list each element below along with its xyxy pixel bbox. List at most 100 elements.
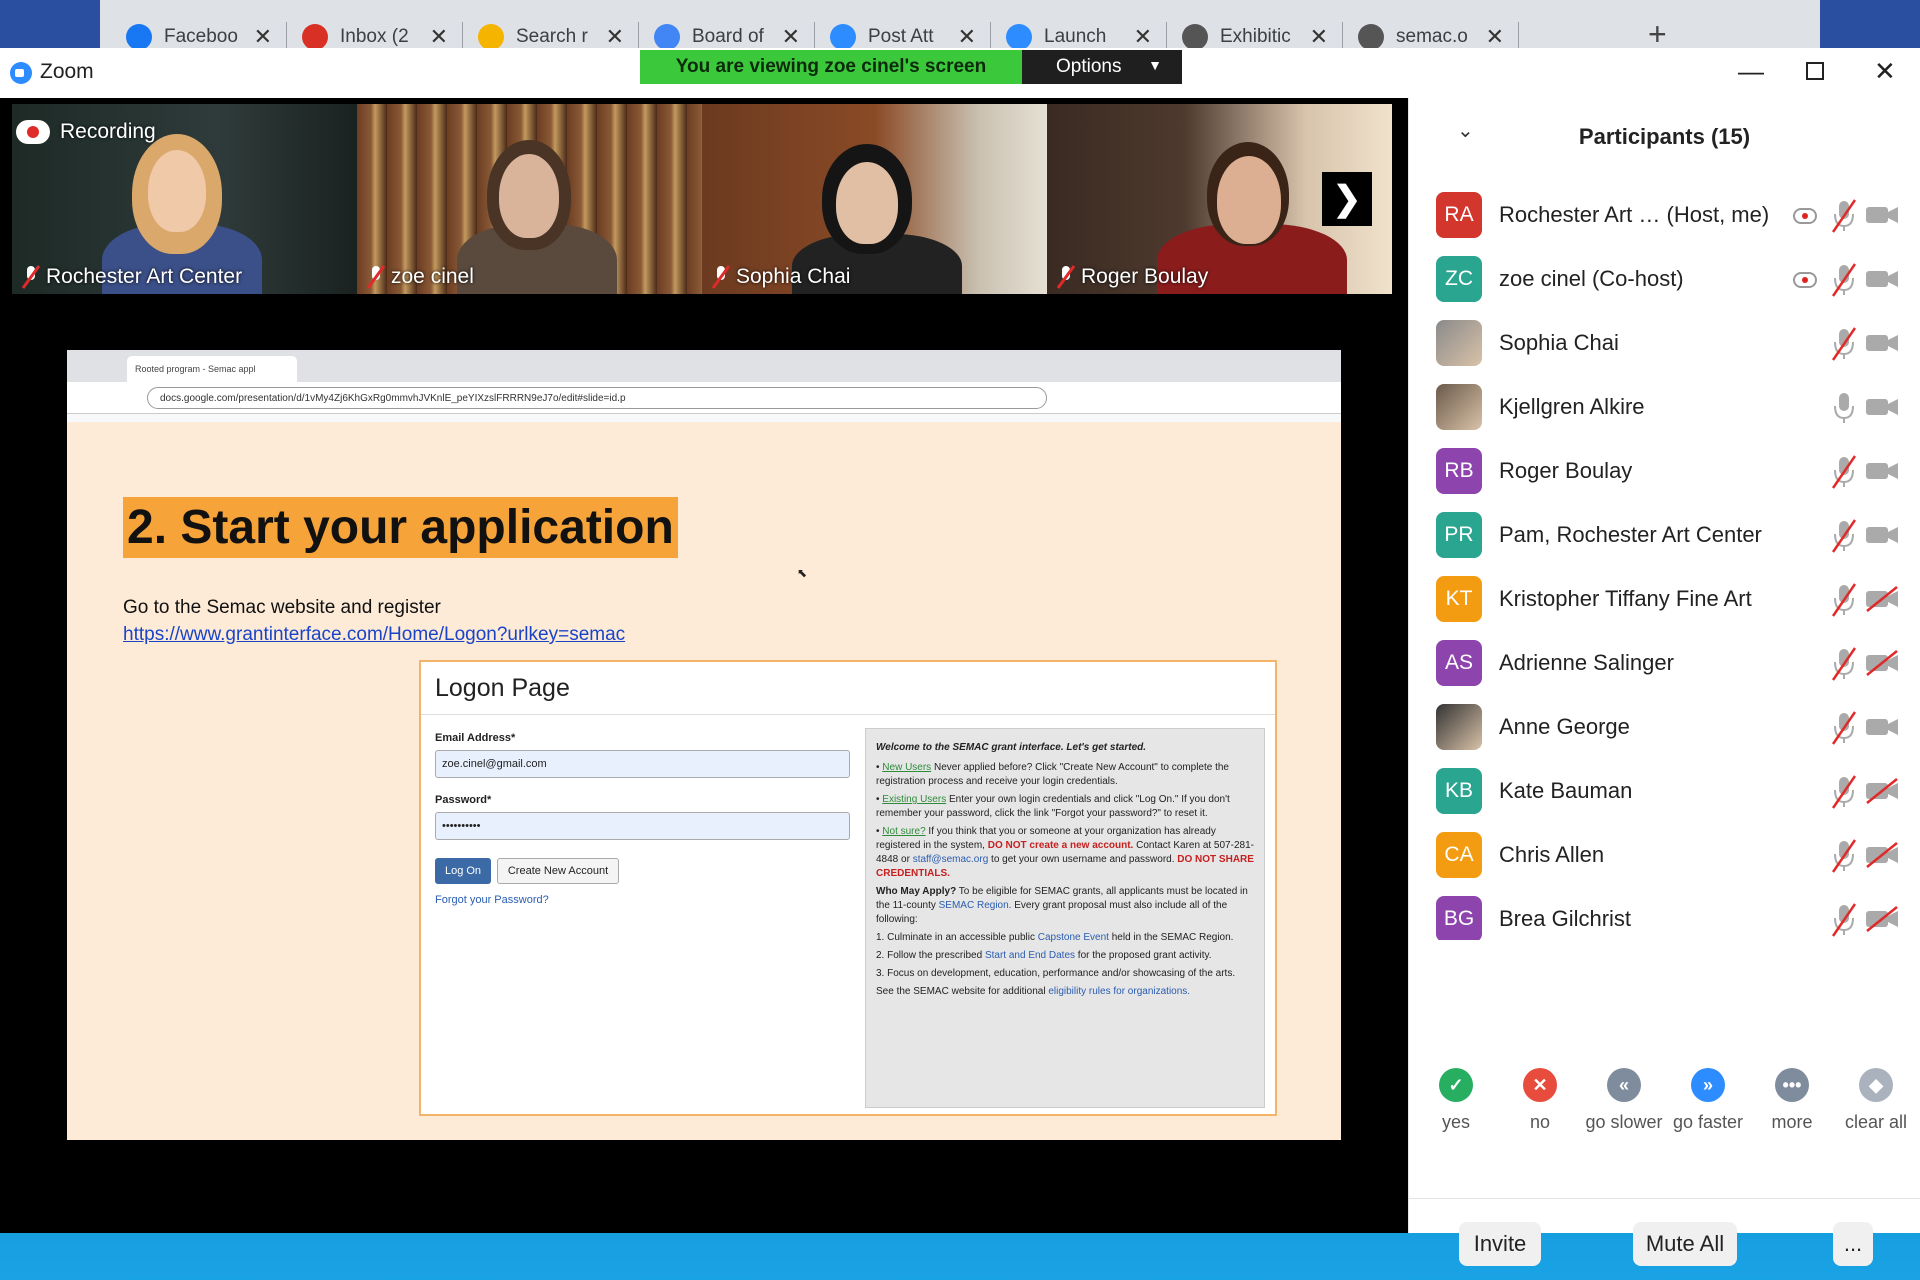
logon-page-screenshot: Logon Page Email Address* zoe.cinel@gmai… [419,660,1277,1116]
info-title: Welcome to the SEMAC grant interface. Le… [876,742,1147,753]
mic-muted-icon[interactable] [1829,262,1859,298]
info-not-sure: • Not sure? If you think that you or som… [876,826,1254,879]
docs-icon [654,24,680,50]
browser-tab-label: Board of [692,26,764,47]
mic-muted-icon[interactable] [1829,518,1859,554]
participant-row[interactable]: KT Kristopher Tiffany Fine Art [1409,564,1920,628]
maximize-button[interactable] [1806,58,1824,80]
mic-icon[interactable] [1829,390,1859,426]
eraser-icon: ◆ [1859,1068,1893,1102]
participant-row[interactable]: AS Adrienne Salinger [1409,628,1920,692]
participant-row[interactable]: Kjellgren Alkire [1409,372,1920,436]
close-tab-icon[interactable]: ✕ [606,24,624,50]
minimize-button[interactable]: — [1738,56,1764,87]
video-off-icon[interactable] [1865,778,1899,804]
participant-row[interactable]: RA Rochester Art … (Host, me) [1409,180,1920,244]
shared-browser-tab: Rooted program - Semac appl [127,356,297,382]
reaction-go-slower-button[interactable]: « go slower [1579,1068,1669,1133]
participant-row[interactable]: BG Brea Gilchrist [1409,884,1920,940]
reaction-no-button[interactable]: ✕ no [1495,1068,1585,1133]
divider [1409,1198,1920,1199]
person-face [1217,156,1281,244]
info-who-may-apply: Who May Apply? To be eligible for SEMAC … [876,886,1248,925]
next-videos-button[interactable]: ❯ [1322,172,1372,226]
video-tile[interactable]: zoe cinel [357,104,702,294]
video-off-icon[interactable] [1865,842,1899,868]
close-button[interactable]: ✕ [1874,56,1896,87]
participant-name: Brea Gilchrist [1499,906,1632,931]
participant-row[interactable]: CA Chris Allen [1409,820,1920,884]
mic-muted-icon[interactable] [1829,902,1859,938]
participant-list: RA Rochester Art … (Host, me) ZC zoe cinel … [1409,180,1920,940]
participant-row[interactable]: RB Roger Boulay [1409,436,1920,500]
video-thumbnail-strip: Recording Rochester Art Center zoe cinel [12,104,1392,294]
participant-row[interactable]: ZC zoe cinel (Co-host) [1409,244,1920,308]
person-face [148,150,206,232]
password-label: Password* [435,794,492,806]
video-icon[interactable] [1865,394,1899,420]
video-icon[interactable] [1865,714,1899,740]
avatar: BG [1436,896,1482,940]
video-icon[interactable] [1865,330,1899,356]
mic-muted-icon[interactable] [1829,774,1859,810]
video-icon[interactable] [1865,458,1899,484]
more-options-button[interactable]: ... [1833,1222,1873,1266]
globe-icon [1358,24,1384,50]
shared-screen: Rooted program - Semac appl docs.google.… [67,350,1341,1140]
reaction-go-faster-button[interactable]: » go faster [1663,1068,1753,1133]
cursor-icon: ⬉ [797,566,808,580]
participant-row[interactable]: Sophia Chai [1409,308,1920,372]
window-title: Zoom [40,60,94,83]
close-tab-icon[interactable]: ✕ [958,24,976,50]
info-panel: Welcome to the SEMAC grant interface. Le… [865,728,1265,1108]
reaction-label: go faster [1672,1112,1744,1132]
mute-all-button[interactable]: Mute All [1633,1222,1737,1266]
mic-muted-icon[interactable] [1829,582,1859,618]
slide-link: https://www.grantinterface.com/Home/Logo… [123,624,626,645]
close-tab-icon[interactable]: ✕ [1486,24,1504,50]
view-options-button[interactable]: Options ▼ [1022,50,1182,84]
participant-name-tag: Roger Boulay [1081,265,1209,288]
video-icon[interactable] [1865,266,1899,292]
close-tab-icon[interactable]: ✕ [1310,24,1328,50]
chevron-down-icon: ▼ [1148,57,1162,73]
avatar: ZC [1436,256,1482,302]
browser-tab-label: Exhibitic [1220,26,1291,47]
close-tab-icon[interactable]: ✕ [430,24,448,50]
info-requirement-2: 2. Follow the prescribed Start and End D… [876,950,1212,961]
video-off-icon[interactable] [1865,586,1899,612]
video-icon[interactable] [1865,202,1899,228]
x-icon: ✕ [1523,1068,1557,1102]
reaction-clear-all-button[interactable]: ◆ clear all [1831,1068,1920,1133]
divider [421,714,1275,715]
video-tile[interactable]: Recording Rochester Art Center [12,104,357,294]
mic-muted-icon[interactable] [1829,326,1859,362]
close-tab-icon[interactable]: ✕ [1134,24,1152,50]
zoom-icon [830,24,856,50]
participants-title: Participants (15) [1578,124,1751,149]
invite-button[interactable]: Invite [1459,1222,1541,1266]
participant-name: zoe cinel (Co-host) [1499,266,1684,291]
participant-row[interactable]: KB Kate Bauman [1409,756,1920,820]
video-off-icon[interactable] [1865,650,1899,676]
participant-row[interactable]: PR Pam, Rochester Art Center [1409,500,1920,564]
video-tile[interactable]: Sophia Chai [702,104,1047,294]
reaction-label: no [1529,1112,1551,1132]
mic-muted-icon[interactable] [1829,838,1859,874]
reaction-yes-button[interactable]: ✓ yes [1411,1068,1501,1133]
mic-muted-icon[interactable] [1829,646,1859,682]
video-off-icon[interactable] [1865,906,1899,932]
close-tab-icon[interactable]: ✕ [254,24,272,50]
presentation-slide: 2. Start your application Go to the Sema… [67,422,1341,1140]
close-tab-icon[interactable]: ✕ [782,24,800,50]
reaction-more-button[interactable]: ••• more [1747,1068,1837,1133]
participant-name-tag: Sophia Chai [736,265,851,288]
mic-muted-icon[interactable] [1829,198,1859,234]
participant-name: Pam, Rochester Art Center [1499,522,1762,547]
email-label: Email Address* [435,732,516,744]
info-requirement-1: 1. Culminate in an accessible public Cap… [876,932,1234,943]
participant-row[interactable]: Anne George [1409,692,1920,756]
mic-muted-icon[interactable] [1829,454,1859,490]
mic-muted-icon[interactable] [1829,710,1859,746]
video-icon[interactable] [1865,522,1899,548]
